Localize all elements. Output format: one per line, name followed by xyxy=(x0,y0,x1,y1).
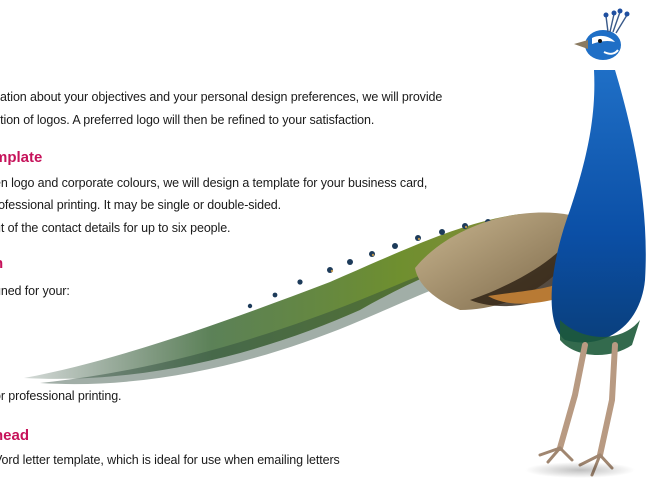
design-line-2: or professional printing. xyxy=(0,389,122,403)
template-line-1: en logo and corporate colours, we will d… xyxy=(0,176,428,190)
template-line-3: ut of the contact details for up to six … xyxy=(0,221,231,235)
document-text: ltation about your objectives and your p… xyxy=(0,0,594,495)
template-line-2: rofessional printing. It may be single o… xyxy=(0,198,282,212)
design-heading: n xyxy=(0,255,3,273)
design-line-1: gned for your: xyxy=(0,284,70,298)
intro-line-1: ltation about your objectives and your p… xyxy=(0,90,443,104)
letterhead-line-1: Vord letter template, which is ideal for… xyxy=(0,453,340,467)
intro-line-2: ction of logos. A preferred logo will th… xyxy=(0,113,375,127)
letterhead-heading: head xyxy=(0,427,30,444)
template-heading: mplate xyxy=(0,149,43,166)
